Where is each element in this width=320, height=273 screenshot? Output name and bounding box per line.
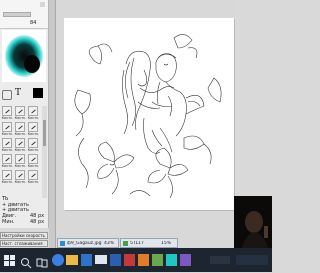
tab-file-icon: [60, 241, 65, 246]
browser-icon[interactable]: [52, 254, 64, 266]
brush-tool[interactable]: [2, 170, 12, 180]
taskbar: [0, 248, 272, 272]
left-panel: 84 T Кисть Кисть Кисть Кисть Кисть Кисть…: [0, 0, 49, 228]
brush-tool[interactable]: [15, 106, 25, 116]
brush-preview-icon: [5, 35, 43, 77]
brush-tool[interactable]: [15, 170, 25, 180]
brush-tool[interactable]: [15, 122, 25, 132]
brush-tool[interactable]: [28, 106, 38, 116]
nav-close-icon[interactable]: [40, 2, 45, 7]
brush-label: Кисть: [14, 148, 26, 152]
navigator-slider[interactable]: [3, 12, 31, 17]
brush-grid: Кисть Кисть Кисть Кисть Кисть Кисть Кист…: [1, 106, 41, 198]
brush-tool[interactable]: [2, 138, 12, 148]
navigator-value: 84: [30, 20, 37, 26]
color-preview[interactable]: [2, 30, 46, 82]
brush-label: Кисть: [27, 180, 39, 184]
tab-label: ф9_Gagauz.jpg: [67, 241, 102, 246]
webcam-overlay: [234, 196, 272, 248]
brush-label: Кисть: [1, 116, 13, 120]
brush-tool[interactable]: [28, 154, 38, 164]
taskbar-tab[interactable]: ф9_Gagauz.jpg 43%: [57, 238, 119, 248]
webcam-person-icon: [234, 196, 272, 248]
foreground-color-swatch[interactable]: [33, 88, 43, 98]
brush-label: Кисть: [14, 132, 26, 136]
brush-tool[interactable]: [2, 154, 12, 164]
task-view-icon[interactable]: [36, 254, 48, 268]
brush-label: Кисть: [27, 148, 39, 152]
paint-bucket-icon[interactable]: [2, 90, 12, 100]
brush-label: Кисть: [1, 132, 13, 136]
brush-label: Кисть: [14, 164, 26, 168]
tab-percent: 43%: [104, 241, 115, 246]
folder-icon[interactable]: [66, 255, 78, 265]
tray-area[interactable]: [210, 256, 230, 264]
speed-settings-link[interactable]: Настройки скорость: [0, 232, 48, 239]
brush-tool[interactable]: [2, 122, 12, 132]
brush-tool[interactable]: [28, 170, 38, 180]
word-icon[interactable]: [110, 254, 121, 266]
app-icon[interactable]: [138, 254, 149, 266]
app-icon[interactable]: [124, 254, 135, 266]
lineart-drawing: [74, 34, 222, 199]
navigator-header: 84: [0, 0, 48, 29]
search-icon[interactable]: [20, 254, 32, 269]
brush-scrollbar[interactable]: [42, 106, 47, 198]
clock[interactable]: [236, 255, 268, 265]
brush-label: Кисть: [27, 164, 39, 168]
mail-icon[interactable]: [95, 255, 107, 264]
brush-tool[interactable]: [28, 122, 38, 132]
settings-row[interactable]: Мин. 48 px: [2, 219, 46, 225]
tab-percent: 15%: [161, 241, 172, 246]
brush-label: Кисть: [27, 116, 39, 120]
brush-label: Кисть: [14, 180, 26, 184]
panel-splitter[interactable]: [49, 0, 56, 248]
setting-label: Мин.: [2, 219, 15, 225]
brush-tool[interactable]: [2, 106, 12, 116]
tab-file-icon: [123, 241, 128, 246]
brush-tool[interactable]: [15, 154, 25, 164]
brush-tool[interactable]: [15, 138, 25, 148]
brush-scroll-thumb[interactable]: [43, 120, 46, 146]
canvas[interactable]: [64, 18, 234, 210]
app-icon[interactable]: [152, 254, 163, 266]
brush-label: Кисть: [1, 180, 13, 184]
brush-label: Кисть: [27, 132, 39, 136]
brush-label: Кисть: [1, 164, 13, 168]
windows-icon[interactable]: [3, 253, 17, 267]
brush-tool[interactable]: [28, 138, 38, 148]
smoothing-settings-link[interactable]: Наст. сглаживания: [0, 240, 48, 247]
taskbar-tab[interactable]: 5TL17 15%: [120, 238, 178, 248]
store-icon[interactable]: [81, 254, 92, 266]
app-icon[interactable]: [180, 254, 191, 266]
tab-label: 5TL17: [130, 241, 144, 246]
brush-label: Кисть: [1, 148, 13, 152]
tools-row: T: [2, 88, 46, 102]
brush-label: Кисть: [14, 116, 26, 120]
paint-icon[interactable]: [166, 254, 177, 266]
text-tool-icon[interactable]: T: [14, 88, 22, 99]
setting-value: 48 px: [30, 219, 45, 225]
